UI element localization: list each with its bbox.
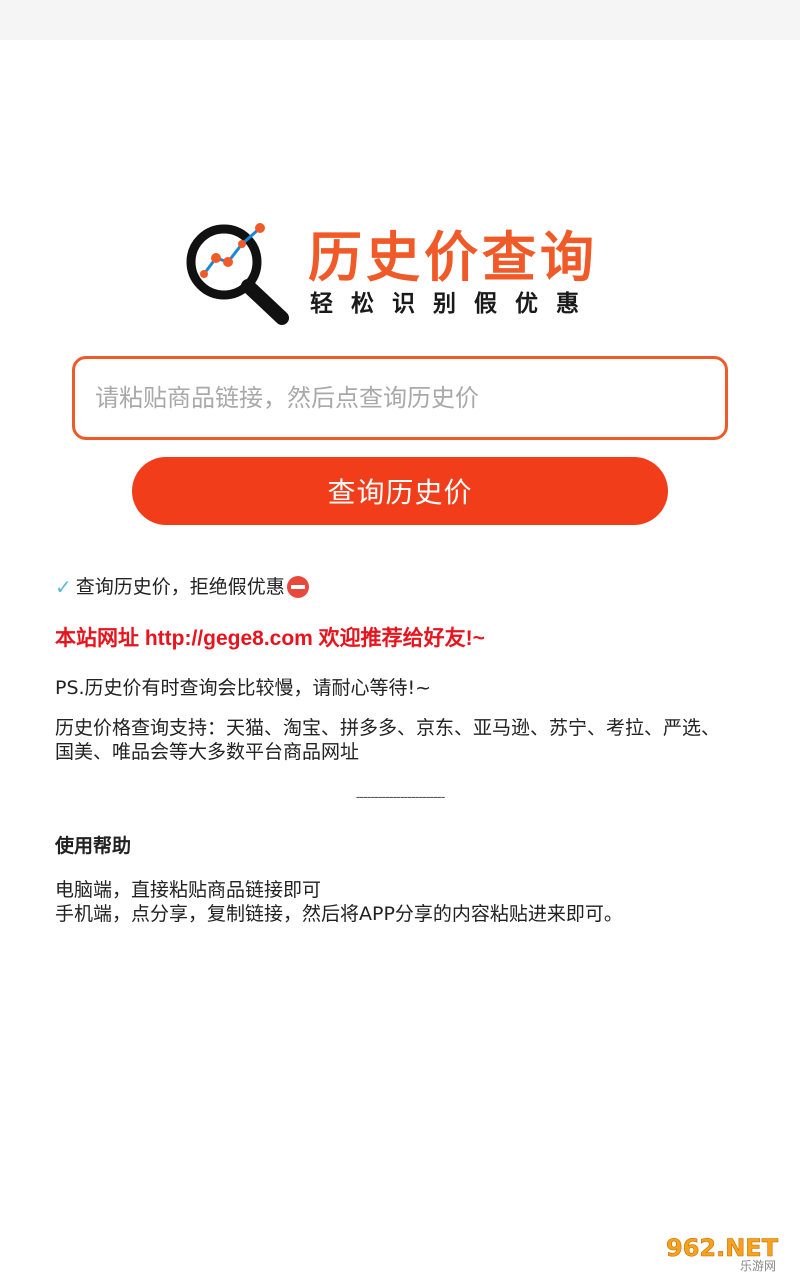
info-section: ✓ 查询历史价，拒绝假优惠 本站网址 http://gege8.com 欢迎推荐…	[55, 570, 755, 926]
no-entry-icon	[286, 576, 309, 598]
help-text: 电脑端，直接粘贴商品链接即可 手机端，点分享，复制链接，然后将APP分享的内容粘…	[55, 878, 755, 926]
check-icon: ✓	[55, 575, 72, 599]
tagline-row: ✓ 查询历史价，拒绝假优惠	[55, 570, 755, 604]
tagline-text: 查询历史价，拒绝假优惠	[75, 576, 285, 598]
divider: ------------------------	[355, 790, 446, 805]
watermark-subtext: 乐游网	[740, 1259, 776, 1273]
search-box	[72, 356, 728, 440]
logo-subtitle: 轻松识别假优惠	[310, 291, 597, 317]
help-title: 使用帮助	[55, 835, 132, 857]
watermark-text: 962.NET	[666, 1234, 779, 1262]
help-pc: 电脑端，直接粘贴商品链接即可	[55, 879, 322, 901]
search-input[interactable]	[75, 359, 715, 437]
help-mobile: 手机端，点分享，复制链接，然后将APP分享的内容粘贴进来即可。	[55, 903, 623, 925]
app-logo: 历史价查询 轻松识别假优惠	[184, 222, 604, 326]
status-bar	[0, 0, 800, 40]
logo-title: 历史价查询	[308, 226, 598, 289]
magnifier-chart-icon	[186, 223, 289, 325]
site-url-text: 本站网址 http://gege8.com 欢迎推荐给好友!~	[55, 627, 485, 650]
ps-note: PS.历史价有时查询会比较慢，请耐心等待!~	[55, 677, 432, 699]
watermark-logo: 962.NET 乐游网	[660, 1228, 792, 1274]
query-history-price-button[interactable]: 查询历史价	[132, 457, 668, 525]
supported-platforms: 历史价格查询支持：天猫、淘宝、拼多多、京东、亚马逊、苏宁、考拉、严选、国美、唯品…	[55, 717, 721, 763]
